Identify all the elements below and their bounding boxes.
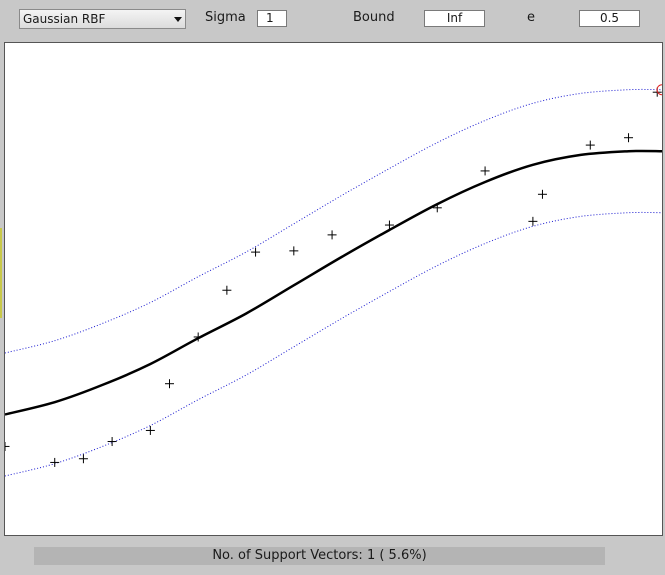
data-point bbox=[327, 230, 337, 240]
window-edge-accent bbox=[0, 228, 2, 318]
data-point bbox=[289, 246, 299, 256]
data-point bbox=[164, 379, 174, 389]
toolbar: Gaussian RBF Sigma 1 Bound Inf e 0.5 bbox=[0, 0, 665, 40]
sigma-field[interactable]: 1 bbox=[257, 10, 287, 27]
chevron-down-icon[interactable] bbox=[174, 17, 182, 22]
kernel-select[interactable]: Gaussian RBF bbox=[19, 9, 186, 29]
support-vector-marker bbox=[656, 84, 662, 96]
regression-plot[interactable] bbox=[4, 42, 663, 536]
data-point bbox=[528, 216, 538, 226]
data-point bbox=[251, 247, 261, 257]
data-point bbox=[78, 454, 88, 464]
data-point bbox=[624, 133, 634, 143]
data-point bbox=[107, 437, 117, 447]
data-point bbox=[480, 166, 490, 176]
bound-label: Bound bbox=[353, 10, 395, 25]
data-point bbox=[585, 140, 595, 150]
epsilon-tube-upper bbox=[5, 88, 662, 354]
plot-canvas[interactable] bbox=[5, 43, 662, 535]
data-point bbox=[50, 457, 60, 467]
support-vector-status: No. of Support Vectors: 1 ( 5.6%) bbox=[34, 547, 605, 565]
epsilon-field[interactable]: 0.5 bbox=[579, 10, 640, 27]
data-point bbox=[537, 189, 547, 199]
data-point bbox=[222, 285, 232, 295]
regression-curve bbox=[5, 149, 662, 416]
data-point bbox=[5, 441, 10, 451]
epsilon-label: e bbox=[527, 10, 535, 25]
kernel-select-value: Gaussian RBF bbox=[23, 12, 106, 26]
epsilon-tube-lower bbox=[5, 211, 662, 477]
bound-field[interactable]: Inf bbox=[424, 10, 485, 27]
sigma-label: Sigma bbox=[205, 10, 246, 25]
